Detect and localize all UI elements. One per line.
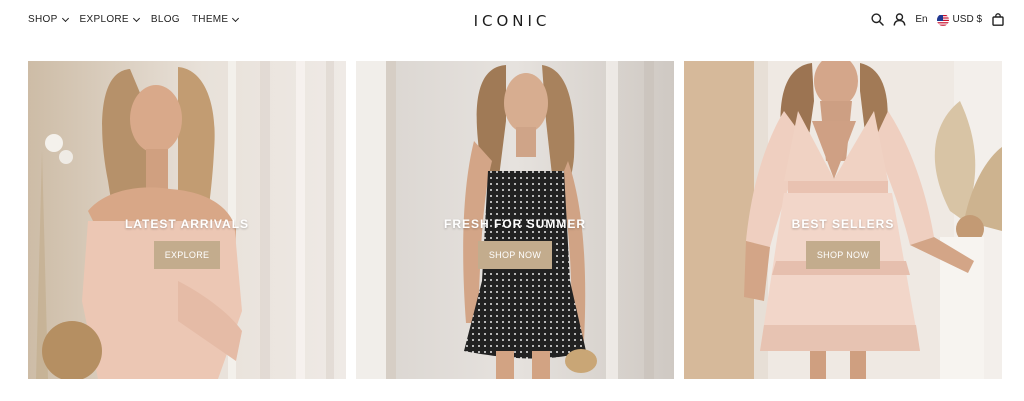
language-selector[interactable]: En <box>915 14 927 25</box>
promo-tile-best-sellers[interactable]: BEST SELLERS SHOP NOW <box>684 61 1002 379</box>
header-utilities: En USD $ <box>871 13 1004 26</box>
currency-label: USD $ <box>952 14 982 25</box>
promo-tile-latest-arrivals[interactable]: LATEST ARRIVALS EXPLORE <box>28 61 346 379</box>
promo-tiles: LATEST ARRIVALS EXPLORE FRESH FOR SUMMER… <box>28 61 1002 379</box>
promo-tile-content: BEST SELLERS SHOP NOW <box>684 217 1002 269</box>
promo-tile-title: FRESH FOR SUMMER <box>444 217 586 231</box>
shop-now-button[interactable]: SHOP NOW <box>805 241 881 269</box>
shopping-bag-icon[interactable] <box>991 13 1004 26</box>
explore-button[interactable]: EXPLORE <box>153 241 221 269</box>
user-icon[interactable] <box>893 13 906 26</box>
us-flag-icon <box>936 14 949 26</box>
promo-tile-content: FRESH FOR SUMMER SHOP NOW <box>356 217 674 269</box>
promo-tile-title: LATEST ARRIVALS <box>124 217 250 231</box>
shop-now-button[interactable]: SHOP NOW <box>477 241 553 269</box>
promo-tile-fresh-for-summer[interactable]: FRESH FOR SUMMER SHOP NOW <box>356 61 674 379</box>
promo-tile-content: LATEST ARRIVALS EXPLORE <box>28 217 346 269</box>
currency-selector[interactable]: USD $ <box>936 14 982 26</box>
search-icon[interactable] <box>871 13 885 26</box>
promo-tile-title: BEST SELLERS <box>791 217 895 231</box>
site-header: SHOP EXPLORE BLOG THEME ICONIC En USD $ <box>0 0 1024 42</box>
